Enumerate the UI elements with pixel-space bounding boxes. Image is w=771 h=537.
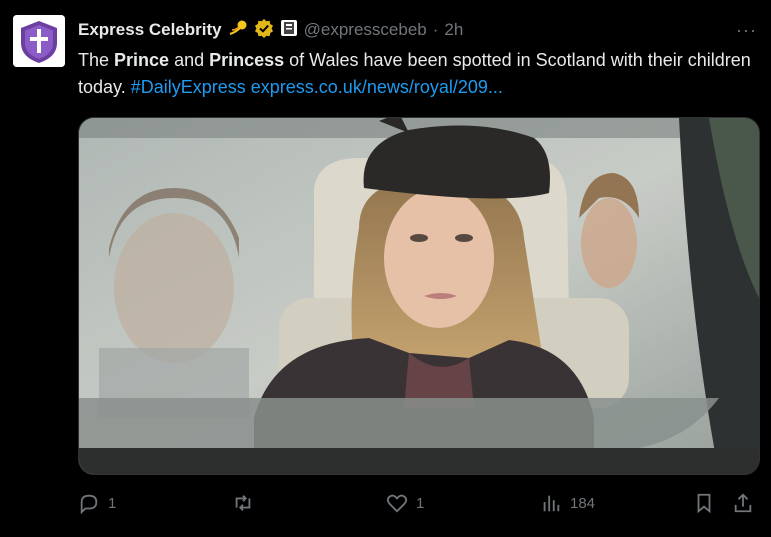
text-part: The <box>78 50 115 70</box>
dizzy-icon <box>228 18 248 43</box>
reply-button[interactable]: 1 <box>78 488 116 518</box>
tweet-actions: 1 1 184 <box>78 488 758 518</box>
reply-icon <box>78 492 100 514</box>
text-bold-princess: Princess <box>209 50 285 70</box>
affiliate-badge-icon[interactable] <box>280 19 298 42</box>
views-count: 184 <box>570 494 596 512</box>
url-link[interactable]: express.co.uk/news/royal/209... <box>251 77 503 97</box>
verified-gold-badge-icon[interactable] <box>254 18 274 43</box>
more-options-icon[interactable]: ··· <box>736 20 757 41</box>
share-icon <box>732 492 754 514</box>
avatar[interactable] <box>13 15 65 67</box>
repost-icon <box>232 492 254 514</box>
author-name[interactable]: Express Celebrity <box>78 20 222 40</box>
views-icon <box>540 492 562 514</box>
bookmark-button[interactable] <box>693 488 715 518</box>
author-handle[interactable]: @expresscebeb <box>304 20 427 40</box>
share-button[interactable] <box>732 488 754 518</box>
repost-button[interactable] <box>232 488 262 518</box>
hashtag-link[interactable]: #DailyExpress <box>131 77 246 97</box>
tweet-text: The Prince and Princess of Wales have be… <box>78 47 758 101</box>
bookmark-icon <box>693 492 715 514</box>
views-button[interactable]: 184 <box>540 488 595 518</box>
tweet-photo[interactable] <box>78 117 760 475</box>
separator-dot: · <box>432 20 439 39</box>
heart-icon <box>386 492 408 514</box>
like-button[interactable]: 1 <box>386 488 424 518</box>
text-bold-prince: Prince <box>114 50 170 70</box>
timestamp[interactable]: 2h <box>444 20 463 40</box>
reply-count: 1 <box>108 494 117 512</box>
text-part: and <box>169 50 210 70</box>
tweet-header: Express Celebrity @expresscebeb · 2h <box>78 18 463 42</box>
like-count: 1 <box>416 494 425 512</box>
